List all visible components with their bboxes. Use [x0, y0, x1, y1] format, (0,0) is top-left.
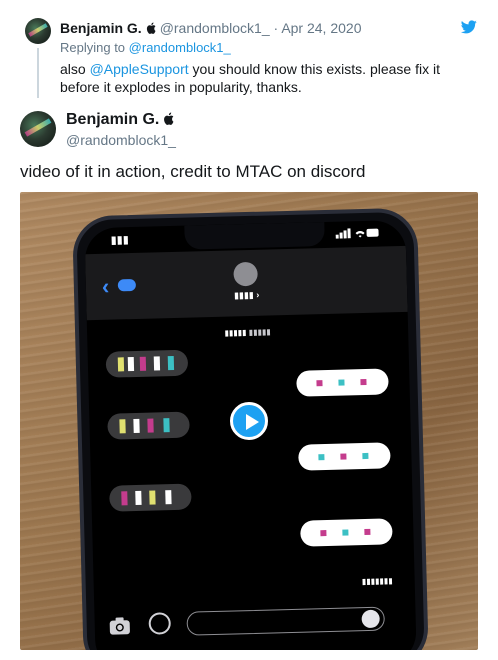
- twitter-bird-icon[interactable]: [461, 20, 477, 34]
- replying-to-prefix: Replying to: [60, 40, 126, 55]
- phone-notch: [184, 221, 325, 250]
- main-author-name[interactable]: Benjamin G.: [66, 111, 159, 128]
- play-icon: [246, 414, 259, 430]
- main-author-handle[interactable]: @randomblock1_: [66, 131, 176, 149]
- incoming-bubble: [105, 349, 189, 378]
- parent-tweet-avatar[interactable]: [25, 18, 51, 44]
- incoming-bubble: [107, 411, 190, 440]
- message-timestamp: ▮▮▮▮▮ ▮▮▮▮▮: [224, 327, 271, 338]
- header-separator: ·: [273, 20, 279, 36]
- parent-tweet-date[interactable]: Apr 24, 2020: [281, 20, 361, 36]
- imessage-input: [186, 606, 385, 636]
- status-bar-time: ▮▮▮: [110, 234, 130, 247]
- message-input-row: [94, 604, 416, 642]
- delivered-receipt: ▮▮▮▮▮▮▮: [361, 576, 393, 587]
- tweet-video[interactable]: ▮▮▮ ‹ ▮▮▮▮ › ▮▮▮▮▮ ▮▮▮▮▮ ▮▮▮▮▮▮▮: [20, 192, 478, 650]
- parent-author-name[interactable]: Benjamin G.: [60, 20, 142, 36]
- unread-count-pill: [117, 278, 137, 292]
- outgoing-bubble: [300, 518, 393, 547]
- camera-icon: [109, 617, 130, 635]
- replying-to-link[interactable]: @randomblock1_: [129, 40, 231, 55]
- app-store-icon: [148, 612, 172, 635]
- parent-tweet[interactable]: Benjamin G. @randomblock1_ · Apr 24, 2020…: [0, 0, 498, 100]
- parent-author-handle[interactable]: @randomblock1_: [160, 20, 270, 36]
- apple-support-mention-link[interactable]: @AppleSupport: [90, 61, 189, 77]
- replying-to-line: Replying to @randomblock1_: [60, 40, 231, 56]
- incoming-bubble: [109, 483, 192, 512]
- status-bar-icons: [335, 228, 379, 239]
- outgoing-bubble: [298, 442, 391, 471]
- parent-tweet-text: also @AppleSupport you should know this …: [60, 60, 460, 96]
- parent-text-lead: also: [60, 61, 86, 77]
- apple-icon: [164, 112, 174, 125]
- send-knob: [361, 609, 380, 629]
- main-tweet-text: video of it in action, credit to MTAC on…: [20, 162, 366, 181]
- thread-connector-line: [37, 48, 39, 98]
- play-button[interactable]: [230, 402, 268, 440]
- main-author-name-row[interactable]: Benjamin G.: [66, 110, 174, 130]
- parent-tweet-header: Benjamin G. @randomblock1_ · Apr 24, 2020: [60, 19, 361, 37]
- apple-icon: [146, 22, 156, 34]
- messages-header: ‹ ▮▮▮▮ ›: [85, 245, 408, 321]
- outgoing-bubble: [296, 368, 389, 397]
- contact-avatar: [233, 261, 258, 287]
- main-tweet-avatar[interactable]: [20, 111, 56, 147]
